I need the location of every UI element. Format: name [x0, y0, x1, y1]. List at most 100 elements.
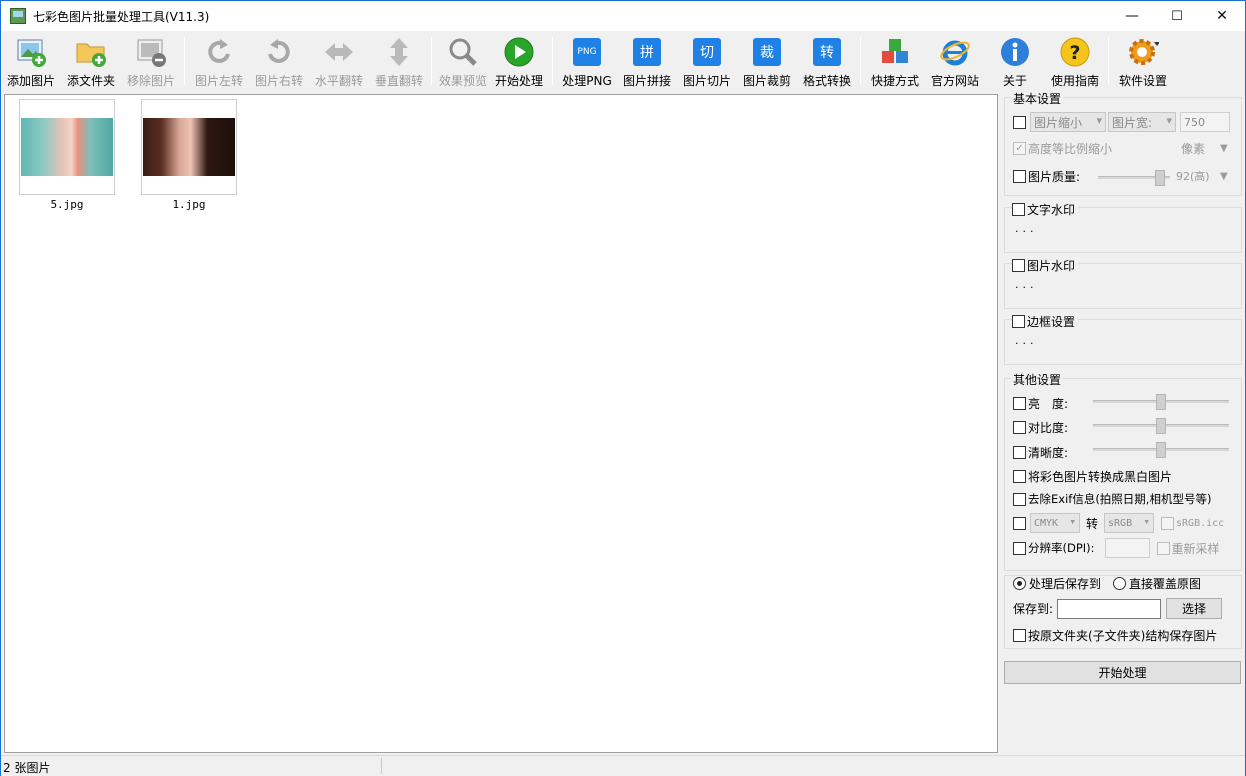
group-title: 基本设置 — [1011, 90, 1064, 107]
remove-image-label: 移除图片 — [126, 74, 175, 88]
website-button[interactable]: 官方网站 — [925, 31, 985, 91]
add-image-icon — [14, 35, 48, 69]
shortcut-button[interactable]: 快捷方式 — [865, 31, 925, 91]
icc-checkbox[interactable] — [1161, 516, 1175, 530]
start-processing-button[interactable]: 开始处理 — [1004, 661, 1241, 684]
sharpness-label: 清晰度: — [1028, 446, 1069, 460]
color-to-select[interactable]: sRGB — [1104, 513, 1155, 533]
guide-button[interactable]: ? 使用指南 — [1045, 31, 1105, 91]
thumbnail-image — [143, 118, 235, 176]
title-bar: 七彩色图片批量处理工具(V11.3) — ☐ ✕ — [1, 1, 1245, 31]
border-checkbox[interactable] — [1012, 315, 1025, 328]
contrast-slider[interactable] — [1093, 418, 1229, 434]
stitch-button[interactable]: 拼 图片拼接 — [617, 31, 677, 91]
preview-label: 效果预览 — [438, 74, 487, 88]
png-icon: PNG — [570, 35, 604, 69]
image-watermark-checkbox[interactable] — [1012, 259, 1025, 272]
flip-vertical-button[interactable]: 垂直翻转 — [369, 31, 429, 91]
dpi-label: 分辨率(DPI): — [1028, 541, 1095, 555]
folder-add-icon — [74, 35, 108, 69]
close-button[interactable]: ✕ — [1199, 1, 1245, 31]
save-after-radio[interactable] — [1013, 577, 1026, 590]
dpi-row: 分辨率(DPI): 重新采样 — [1013, 538, 1220, 558]
convert-button[interactable]: 转 格式转换 — [797, 31, 857, 91]
rotate-left-button[interactable]: 图片左转 — [189, 31, 249, 91]
settings-panel: 基本设置 图片缩小 图片宽: 750 ✓ 高度等比例缩小 像素 ▼ 图片质量: … — [1001, 90, 1245, 753]
play-icon — [502, 35, 536, 69]
group-title: 其他设置 — [1011, 371, 1064, 388]
settings-label: 软件设置 — [1118, 74, 1167, 88]
minimize-button[interactable]: — — [1109, 1, 1155, 31]
crop-button[interactable]: 裁 图片裁剪 — [737, 31, 797, 91]
keep-ratio-checkbox[interactable]: ✓ — [1013, 142, 1026, 155]
thumbnail-image — [21, 118, 113, 176]
rotate-right-button[interactable]: 图片右转 — [249, 31, 309, 91]
toolbar-separator — [184, 37, 185, 85]
image-watermark-label: 图片水印 — [1027, 259, 1076, 273]
color-convert-checkbox[interactable] — [1013, 516, 1026, 530]
resize-checkbox[interactable] — [1013, 115, 1026, 129]
choose-folder-button[interactable]: 选择 — [1166, 598, 1223, 619]
text-watermark-more[interactable]: ... — [1015, 222, 1038, 235]
unit-select[interactable]: 像素 — [1181, 140, 1205, 157]
quality-checkbox[interactable] — [1013, 170, 1026, 183]
flip-horizontal-button[interactable]: 水平翻转 — [309, 31, 369, 91]
dimension-select[interactable]: 图片宽: — [1108, 112, 1176, 132]
color-from-select[interactable]: CMYK — [1030, 513, 1080, 533]
save-to-row: 保存到: 选择 — [1013, 598, 1223, 619]
chevron-down-icon: ▼ — [1220, 171, 1228, 182]
toolbar-separator — [860, 37, 861, 85]
remove-exif-checkbox[interactable] — [1013, 492, 1026, 506]
maximize-button[interactable]: ☐ — [1154, 1, 1200, 31]
flip-vertical-icon — [382, 35, 416, 69]
brightness-checkbox[interactable] — [1013, 397, 1026, 410]
quality-label: 图片质量: — [1028, 170, 1081, 184]
sharpness-slider[interactable] — [1093, 442, 1229, 458]
image-thumbnail[interactable] — [141, 99, 237, 195]
sharpness-checkbox[interactable] — [1013, 446, 1026, 459]
text-watermark-label: 文字水印 — [1027, 203, 1076, 217]
text-watermark-checkbox[interactable] — [1012, 203, 1025, 216]
quality-slider[interactable] — [1098, 170, 1170, 186]
dpi-input[interactable] — [1104, 538, 1150, 558]
convert-icon: 转 — [810, 35, 844, 69]
remove-exif-row: 去除Exif信息(拍照日期,相机型号等) — [1013, 491, 1211, 507]
brightness-slider[interactable] — [1093, 394, 1229, 410]
remove-image-button[interactable]: 移除图片 — [121, 31, 181, 91]
save-after-label: 处理后保存到 — [1029, 577, 1102, 591]
help-icon: ? — [1058, 35, 1092, 69]
image-thumbnail[interactable] — [19, 99, 115, 195]
gear-icon — [1126, 35, 1160, 69]
keep-structure-checkbox[interactable] — [1013, 629, 1026, 642]
image-list-area[interactable]: 5.jpg 1.jpg — [4, 94, 998, 753]
grayscale-label: 将彩色图片转换成黑白图片 — [1028, 470, 1173, 484]
add-folder-button[interactable]: 添文件夹 — [61, 31, 121, 91]
rotate-left-icon — [202, 35, 236, 69]
grayscale-checkbox[interactable] — [1013, 470, 1026, 483]
resample-checkbox[interactable] — [1156, 541, 1170, 555]
resize-mode-select[interactable]: 图片缩小 — [1030, 112, 1106, 132]
contrast-label: 对比度: — [1028, 421, 1069, 435]
dpi-checkbox[interactable] — [1013, 541, 1026, 555]
cubes-icon — [878, 35, 912, 69]
start-button[interactable]: 开始处理 — [489, 31, 549, 91]
about-button[interactable]: 关于 — [985, 31, 1045, 91]
website-label: 官方网站 — [930, 74, 979, 88]
slice-button[interactable]: 切 图片切片 — [677, 31, 737, 91]
magnifier-icon — [446, 35, 480, 69]
preview-button[interactable]: 效果预览 — [433, 31, 493, 91]
status-bar: 2 张图片 — [1, 755, 1245, 776]
remove-exif-label: 去除Exif信息(拍照日期,相机型号等) — [1028, 492, 1212, 506]
contrast-checkbox[interactable] — [1013, 421, 1026, 434]
settings-button[interactable]: 软件设置 — [1113, 31, 1173, 91]
add-image-button[interactable]: 添加图片 — [1, 31, 61, 91]
border-group: 边框设置 ... — [1004, 313, 1242, 365]
border-more[interactable]: ... — [1015, 334, 1038, 347]
overwrite-radio[interactable] — [1113, 577, 1127, 590]
process-png-label: 处理PNG — [562, 74, 612, 88]
width-input[interactable]: 750 — [1180, 112, 1230, 132]
text-watermark-row: 文字水印 — [1012, 201, 1079, 218]
process-png-button[interactable]: PNG 处理PNG — [557, 31, 617, 91]
image-watermark-more[interactable]: ... — [1015, 278, 1038, 291]
save-path-input[interactable] — [1057, 598, 1162, 619]
